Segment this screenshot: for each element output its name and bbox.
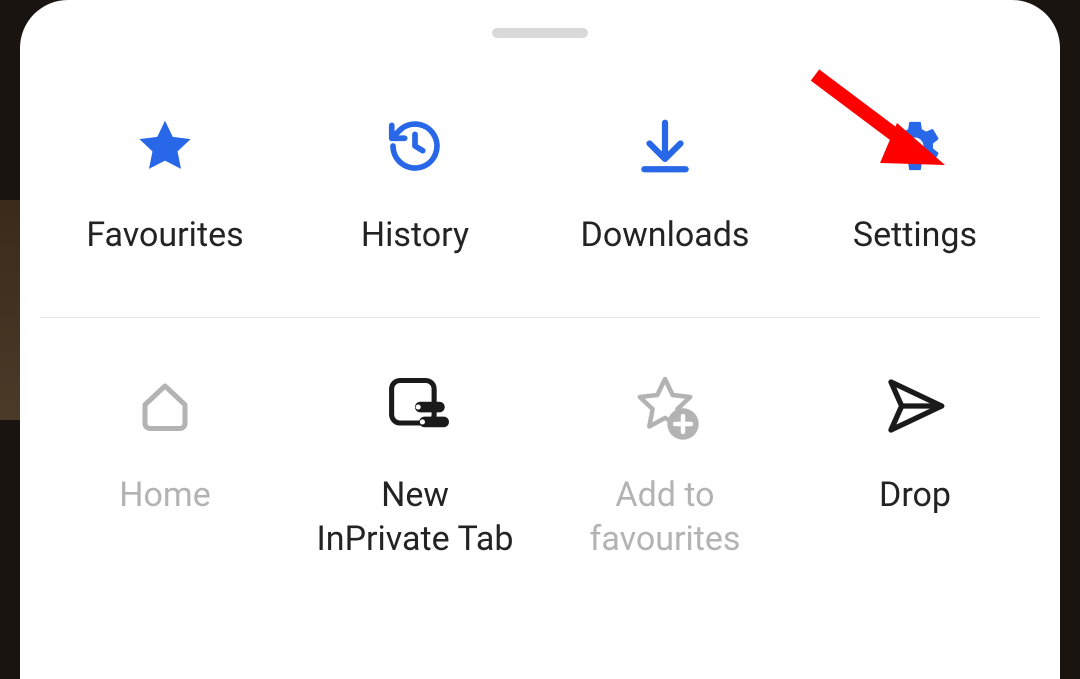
history-button[interactable]: History (295, 108, 535, 257)
drop-button[interactable]: Drop (795, 368, 1035, 517)
home-icon (135, 368, 195, 443)
home-button[interactable]: Home (45, 368, 285, 517)
annotation-arrow (805, 65, 965, 185)
history-icon (384, 108, 446, 183)
favourites-button[interactable]: Favourites (45, 108, 285, 257)
send-icon (883, 368, 947, 443)
home-label: Home (119, 473, 211, 517)
downloads-button[interactable]: Downloads (545, 108, 785, 257)
download-icon (634, 108, 696, 183)
new-inprivate-tab-label: NewInPrivate Tab (317, 473, 514, 561)
divider (40, 317, 1040, 318)
drag-handle[interactable] (492, 28, 588, 38)
history-label: History (361, 213, 469, 257)
drop-label: Drop (879, 473, 951, 517)
new-inprivate-tab-button[interactable]: NewInPrivate Tab (295, 368, 535, 561)
add-to-favourites-button[interactable]: Add tofavourites (545, 368, 785, 561)
inprivate-icon (381, 368, 449, 443)
add-to-favourites-label: Add tofavourites (590, 473, 741, 561)
add-favourite-icon (629, 368, 701, 443)
background-photo-edge (0, 200, 20, 420)
settings-label: Settings (853, 213, 977, 257)
downloads-label: Downloads (581, 213, 750, 257)
bottom-sheet-panel: Favourites History Downloads (20, 0, 1060, 679)
favourites-label: Favourites (86, 213, 243, 257)
bottom-menu-row: Home NewInPrivate Tab (20, 368, 1060, 561)
star-icon (133, 108, 197, 183)
